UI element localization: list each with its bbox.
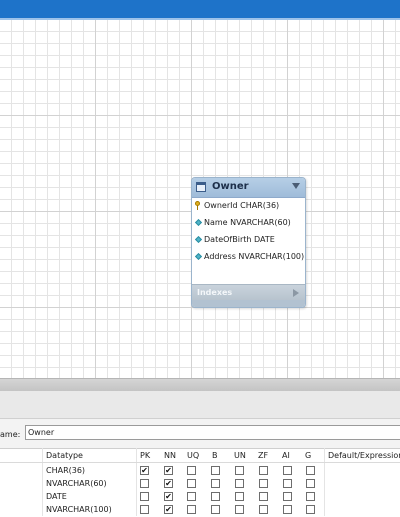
header-un[interactable]: UN bbox=[234, 450, 246, 461]
nn-checkbox[interactable]: ✔ bbox=[164, 505, 173, 514]
zf-checkbox[interactable] bbox=[259, 466, 268, 475]
un-checkbox[interactable] bbox=[235, 466, 244, 475]
uq-checkbox[interactable] bbox=[187, 505, 196, 514]
ai-checkbox[interactable] bbox=[283, 492, 292, 501]
diamond-icon bbox=[194, 235, 203, 244]
column-label: Name NVARCHAR(60) bbox=[204, 218, 291, 227]
expand-arrow-icon[interactable] bbox=[293, 289, 299, 297]
panel-splitter[interactable] bbox=[0, 378, 400, 391]
key-icon bbox=[195, 201, 201, 210]
entity-footer bbox=[192, 300, 305, 307]
entity-column-row[interactable]: OwnerId CHAR(36) bbox=[192, 198, 305, 214]
entity-column-row[interactable]: Name NVARCHAR(60) bbox=[192, 215, 305, 231]
table-icon bbox=[196, 182, 206, 192]
entity-owner[interactable]: Owner OwnerId CHAR(36) Name NVARCHAR(60)… bbox=[191, 177, 306, 308]
uq-checkbox[interactable] bbox=[187, 479, 196, 488]
grid-divider bbox=[136, 448, 137, 516]
ai-checkbox[interactable] bbox=[283, 479, 292, 488]
un-checkbox[interactable] bbox=[235, 492, 244, 501]
panel-toolbar-strip bbox=[0, 391, 400, 419]
zf-checkbox[interactable] bbox=[259, 505, 268, 514]
header-ai[interactable]: AI bbox=[282, 450, 290, 461]
uq-checkbox[interactable] bbox=[187, 466, 196, 475]
header-nn[interactable]: NN bbox=[164, 450, 176, 461]
ai-checkbox[interactable] bbox=[283, 466, 292, 475]
header-zf[interactable]: ZF bbox=[258, 450, 268, 461]
g-checkbox[interactable] bbox=[306, 479, 315, 488]
diamond-icon bbox=[194, 252, 203, 261]
nn-checkbox[interactable]: ✔ bbox=[164, 479, 173, 488]
indexes-label: Indexes bbox=[197, 288, 233, 297]
grid-divider bbox=[42, 448, 43, 516]
entity-column-row[interactable]: DateOfBirth DATE bbox=[192, 232, 305, 248]
diamond-icon bbox=[194, 218, 203, 227]
column-label: Address NVARCHAR(100) bbox=[204, 252, 305, 261]
collapse-arrow-icon[interactable] bbox=[292, 183, 300, 189]
diagram-canvas[interactable]: Owner OwnerId CHAR(36) Name NVARCHAR(60)… bbox=[0, 20, 400, 378]
table-name-label: ame: bbox=[0, 430, 21, 439]
nn-checkbox[interactable]: ✔ bbox=[164, 466, 173, 475]
header-g[interactable]: G bbox=[305, 450, 311, 461]
b-checkbox[interactable] bbox=[211, 492, 220, 501]
entity-header[interactable]: Owner bbox=[192, 178, 305, 198]
b-checkbox[interactable] bbox=[211, 505, 220, 514]
pk-checkbox[interactable] bbox=[140, 505, 149, 514]
g-checkbox[interactable] bbox=[306, 466, 315, 475]
window-title-bar bbox=[0, 0, 400, 18]
header-separator bbox=[0, 462, 400, 463]
zf-checkbox[interactable] bbox=[259, 479, 268, 488]
entity-title: Owner bbox=[212, 181, 249, 192]
datatype-cell[interactable]: NVARCHAR(100) bbox=[46, 504, 112, 515]
un-checkbox[interactable] bbox=[235, 479, 244, 488]
zf-checkbox[interactable] bbox=[259, 492, 268, 501]
grid-divider bbox=[324, 448, 325, 516]
indexes-section[interactable]: Indexes bbox=[192, 284, 305, 301]
pk-checkbox[interactable] bbox=[140, 479, 149, 488]
pk-checkbox[interactable] bbox=[140, 492, 149, 501]
b-checkbox[interactable] bbox=[211, 466, 220, 475]
ai-checkbox[interactable] bbox=[283, 505, 292, 514]
column-label: OwnerId CHAR(36) bbox=[204, 201, 280, 210]
header-datatype[interactable]: Datatype bbox=[46, 450, 83, 461]
entity-column-row[interactable]: Address NVARCHAR(100) bbox=[192, 249, 305, 265]
uq-checkbox[interactable] bbox=[187, 492, 196, 501]
header-b[interactable]: B bbox=[212, 450, 218, 461]
g-checkbox[interactable] bbox=[306, 492, 315, 501]
g-checkbox[interactable] bbox=[306, 505, 315, 514]
header-pk[interactable]: PK bbox=[140, 450, 150, 461]
table-name-input[interactable] bbox=[25, 425, 400, 440]
un-checkbox[interactable] bbox=[235, 505, 244, 514]
b-checkbox[interactable] bbox=[211, 479, 220, 488]
pk-checkbox[interactable]: ✔ bbox=[140, 466, 149, 475]
datatype-cell[interactable]: DATE bbox=[46, 491, 67, 502]
datatype-cell[interactable]: CHAR(36) bbox=[46, 465, 85, 476]
column-label: DateOfBirth DATE bbox=[204, 235, 275, 244]
header-default[interactable]: Default/Expression bbox=[328, 450, 400, 461]
nn-checkbox[interactable]: ✔ bbox=[164, 492, 173, 501]
header-uq[interactable]: UQ bbox=[187, 450, 199, 461]
datatype-cell[interactable]: NVARCHAR(60) bbox=[46, 478, 107, 489]
